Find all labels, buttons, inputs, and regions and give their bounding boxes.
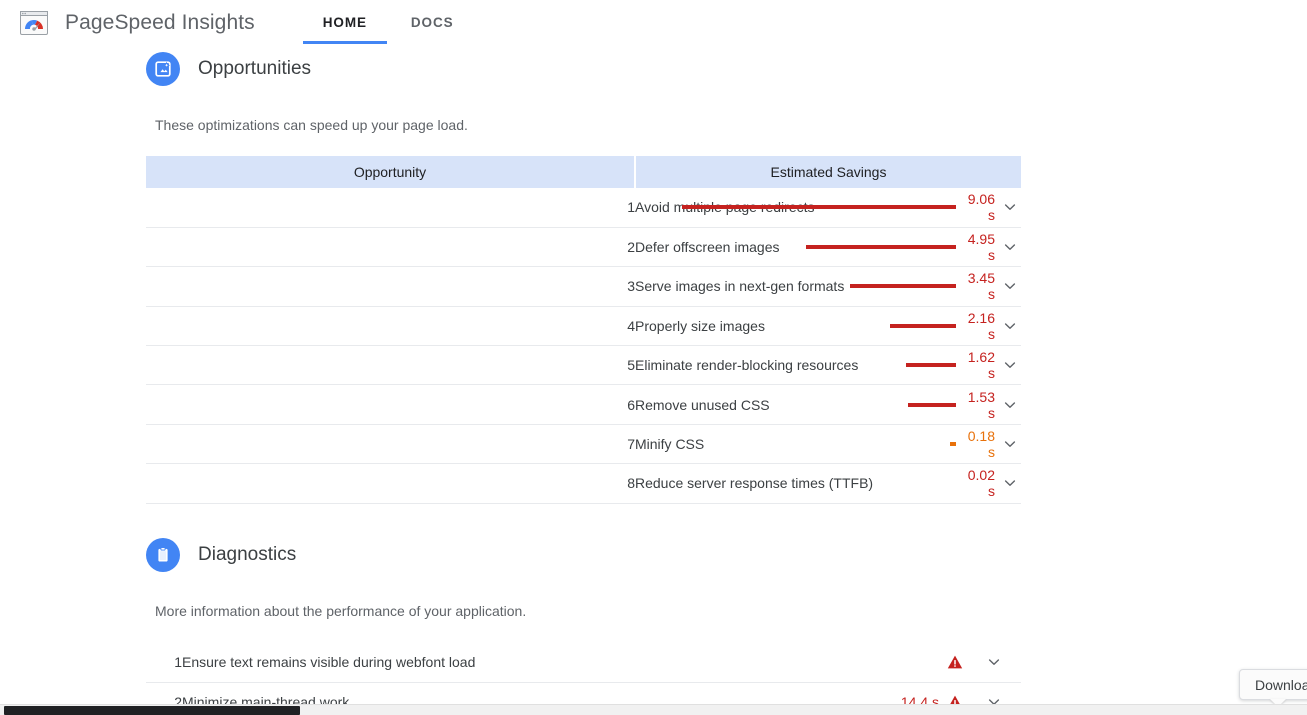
savings-value: 1.53 s bbox=[967, 388, 995, 421]
download-tooltip[interactable]: Download bbox=[1239, 669, 1307, 700]
chevron-down-icon[interactable] bbox=[999, 354, 1021, 376]
row-label: Reduce server response times (TTFB) bbox=[635, 475, 874, 492]
tab-docs[interactable]: DOCS bbox=[389, 0, 476, 44]
savings-bar bbox=[805, 245, 956, 250]
row-status bbox=[635, 643, 1021, 682]
horizontal-scrollbar[interactable] bbox=[0, 704, 1307, 715]
opportunities-description: These optimizations can speed up your pa… bbox=[155, 117, 468, 133]
chevron-down-icon[interactable] bbox=[999, 236, 1021, 258]
table-row[interactable]: 3 Serve images in next-gen formats 3.45 s bbox=[146, 267, 1021, 307]
chevron-down-icon[interactable] bbox=[999, 394, 1021, 416]
tab-home[interactable]: HOME bbox=[301, 0, 389, 44]
chevron-down-icon[interactable] bbox=[999, 275, 1021, 297]
row-index: 8 bbox=[627, 475, 635, 492]
diagnostics-section: Diagnostics More information about the p… bbox=[146, 538, 1021, 715]
savings-value: 4.95 s bbox=[967, 231, 995, 264]
clipboard-icon bbox=[146, 538, 180, 572]
row-index: 1 bbox=[627, 199, 635, 216]
opportunities-table-body: 1Avoid multiple page redirects9.06 s2Def… bbox=[146, 188, 1021, 504]
table-row[interactable]: 8 Reduce server response times (TTFB) 0.02… bbox=[146, 464, 1021, 504]
savings-value: 3.45 s bbox=[967, 270, 995, 303]
table-row[interactable]: 4 Properly size images 2.16 s bbox=[146, 306, 1021, 346]
brand-title: PageSpeed Insights bbox=[65, 10, 255, 34]
savings-value: 0.18 s bbox=[967, 428, 995, 461]
row-index: 3 bbox=[627, 278, 635, 295]
row-index: 1 bbox=[174, 654, 182, 671]
savings-bar bbox=[849, 284, 956, 289]
diagnostics-description: More information about the performance o… bbox=[155, 603, 527, 619]
savings-value: 0.02 s bbox=[967, 467, 995, 500]
table-row[interactable]: 1Avoid multiple page redirects9.06 s bbox=[146, 188, 1021, 228]
row-label: Properly size images bbox=[635, 317, 765, 334]
main-content: Opportunities These optimizations can sp… bbox=[0, 45, 1307, 715]
savings-value: 9.06 s bbox=[967, 191, 995, 224]
row-label: Serve images in next-gen formats bbox=[635, 278, 845, 295]
table-row[interactable]: 6 Remove unused CSS 1.53 s bbox=[146, 385, 1021, 425]
row-index: 5 bbox=[627, 357, 635, 374]
diagnostics-title: Diagnostics bbox=[198, 544, 297, 565]
opportunities-title: Opportunities bbox=[198, 58, 312, 79]
opportunities-section: Opportunities These optimizations can sp… bbox=[146, 52, 1021, 504]
table-header-row: Opportunity Estimated Savings bbox=[146, 156, 1021, 188]
row-index: 4 bbox=[627, 317, 635, 334]
savings-bar bbox=[905, 363, 956, 368]
savings-bar bbox=[949, 442, 956, 447]
row-label: Ensure text remains visible during webfo… bbox=[182, 654, 476, 671]
savings-value: 1.62 s bbox=[967, 349, 995, 382]
column-header-estimated-savings: Estimated Savings bbox=[635, 156, 1021, 188]
chevron-down-icon[interactable] bbox=[999, 315, 1021, 337]
chevron-down-icon[interactable] bbox=[999, 433, 1021, 455]
app-bar: PageSpeed Insights HOME DOCS bbox=[0, 0, 1307, 45]
horizontal-scrollbar-thumb[interactable] bbox=[4, 706, 300, 715]
column-header-opportunity: Opportunity bbox=[146, 156, 636, 188]
warning-triangle-icon bbox=[947, 654, 963, 670]
row-label: Minify CSS bbox=[635, 436, 705, 453]
row-index: 7 bbox=[627, 436, 635, 453]
row-index: 2 bbox=[627, 239, 635, 256]
chevron-down-icon[interactable] bbox=[983, 651, 1005, 673]
savings-bar bbox=[889, 323, 956, 328]
table-row[interactable]: 5 Eliminate render-blocking resources 1.62… bbox=[146, 346, 1021, 385]
row-index: 6 bbox=[627, 396, 635, 413]
opportunities-header: Opportunities bbox=[146, 52, 1021, 86]
image-sparkle-icon bbox=[146, 52, 180, 86]
nav-tabs: HOME DOCS bbox=[301, 0, 476, 45]
chevron-down-icon[interactable] bbox=[999, 472, 1021, 494]
table-row[interactable]: 2 Defer offscreen images 4.95 s bbox=[146, 227, 1021, 267]
diagnostics-header: Diagnostics bbox=[146, 538, 1021, 572]
savings-bar bbox=[907, 402, 956, 407]
table-row[interactable]: 1 Ensure text remains visible during webf… bbox=[146, 643, 1021, 683]
table-row[interactable]: 7 Minify CSS 0.18 s bbox=[146, 424, 1021, 464]
savings-value: 2.16 s bbox=[967, 309, 995, 342]
row-label: Remove unused CSS bbox=[635, 396, 770, 413]
savings-bar bbox=[681, 205, 956, 210]
chevron-down-icon[interactable] bbox=[999, 196, 1021, 218]
opportunities-table: Opportunity Estimated Savings 1Avoid mul… bbox=[146, 156, 1021, 504]
pagespeed-gauge-icon bbox=[19, 10, 49, 36]
row-label: Eliminate render-blocking resources bbox=[635, 357, 859, 374]
download-tooltip-label: Download bbox=[1255, 676, 1307, 693]
